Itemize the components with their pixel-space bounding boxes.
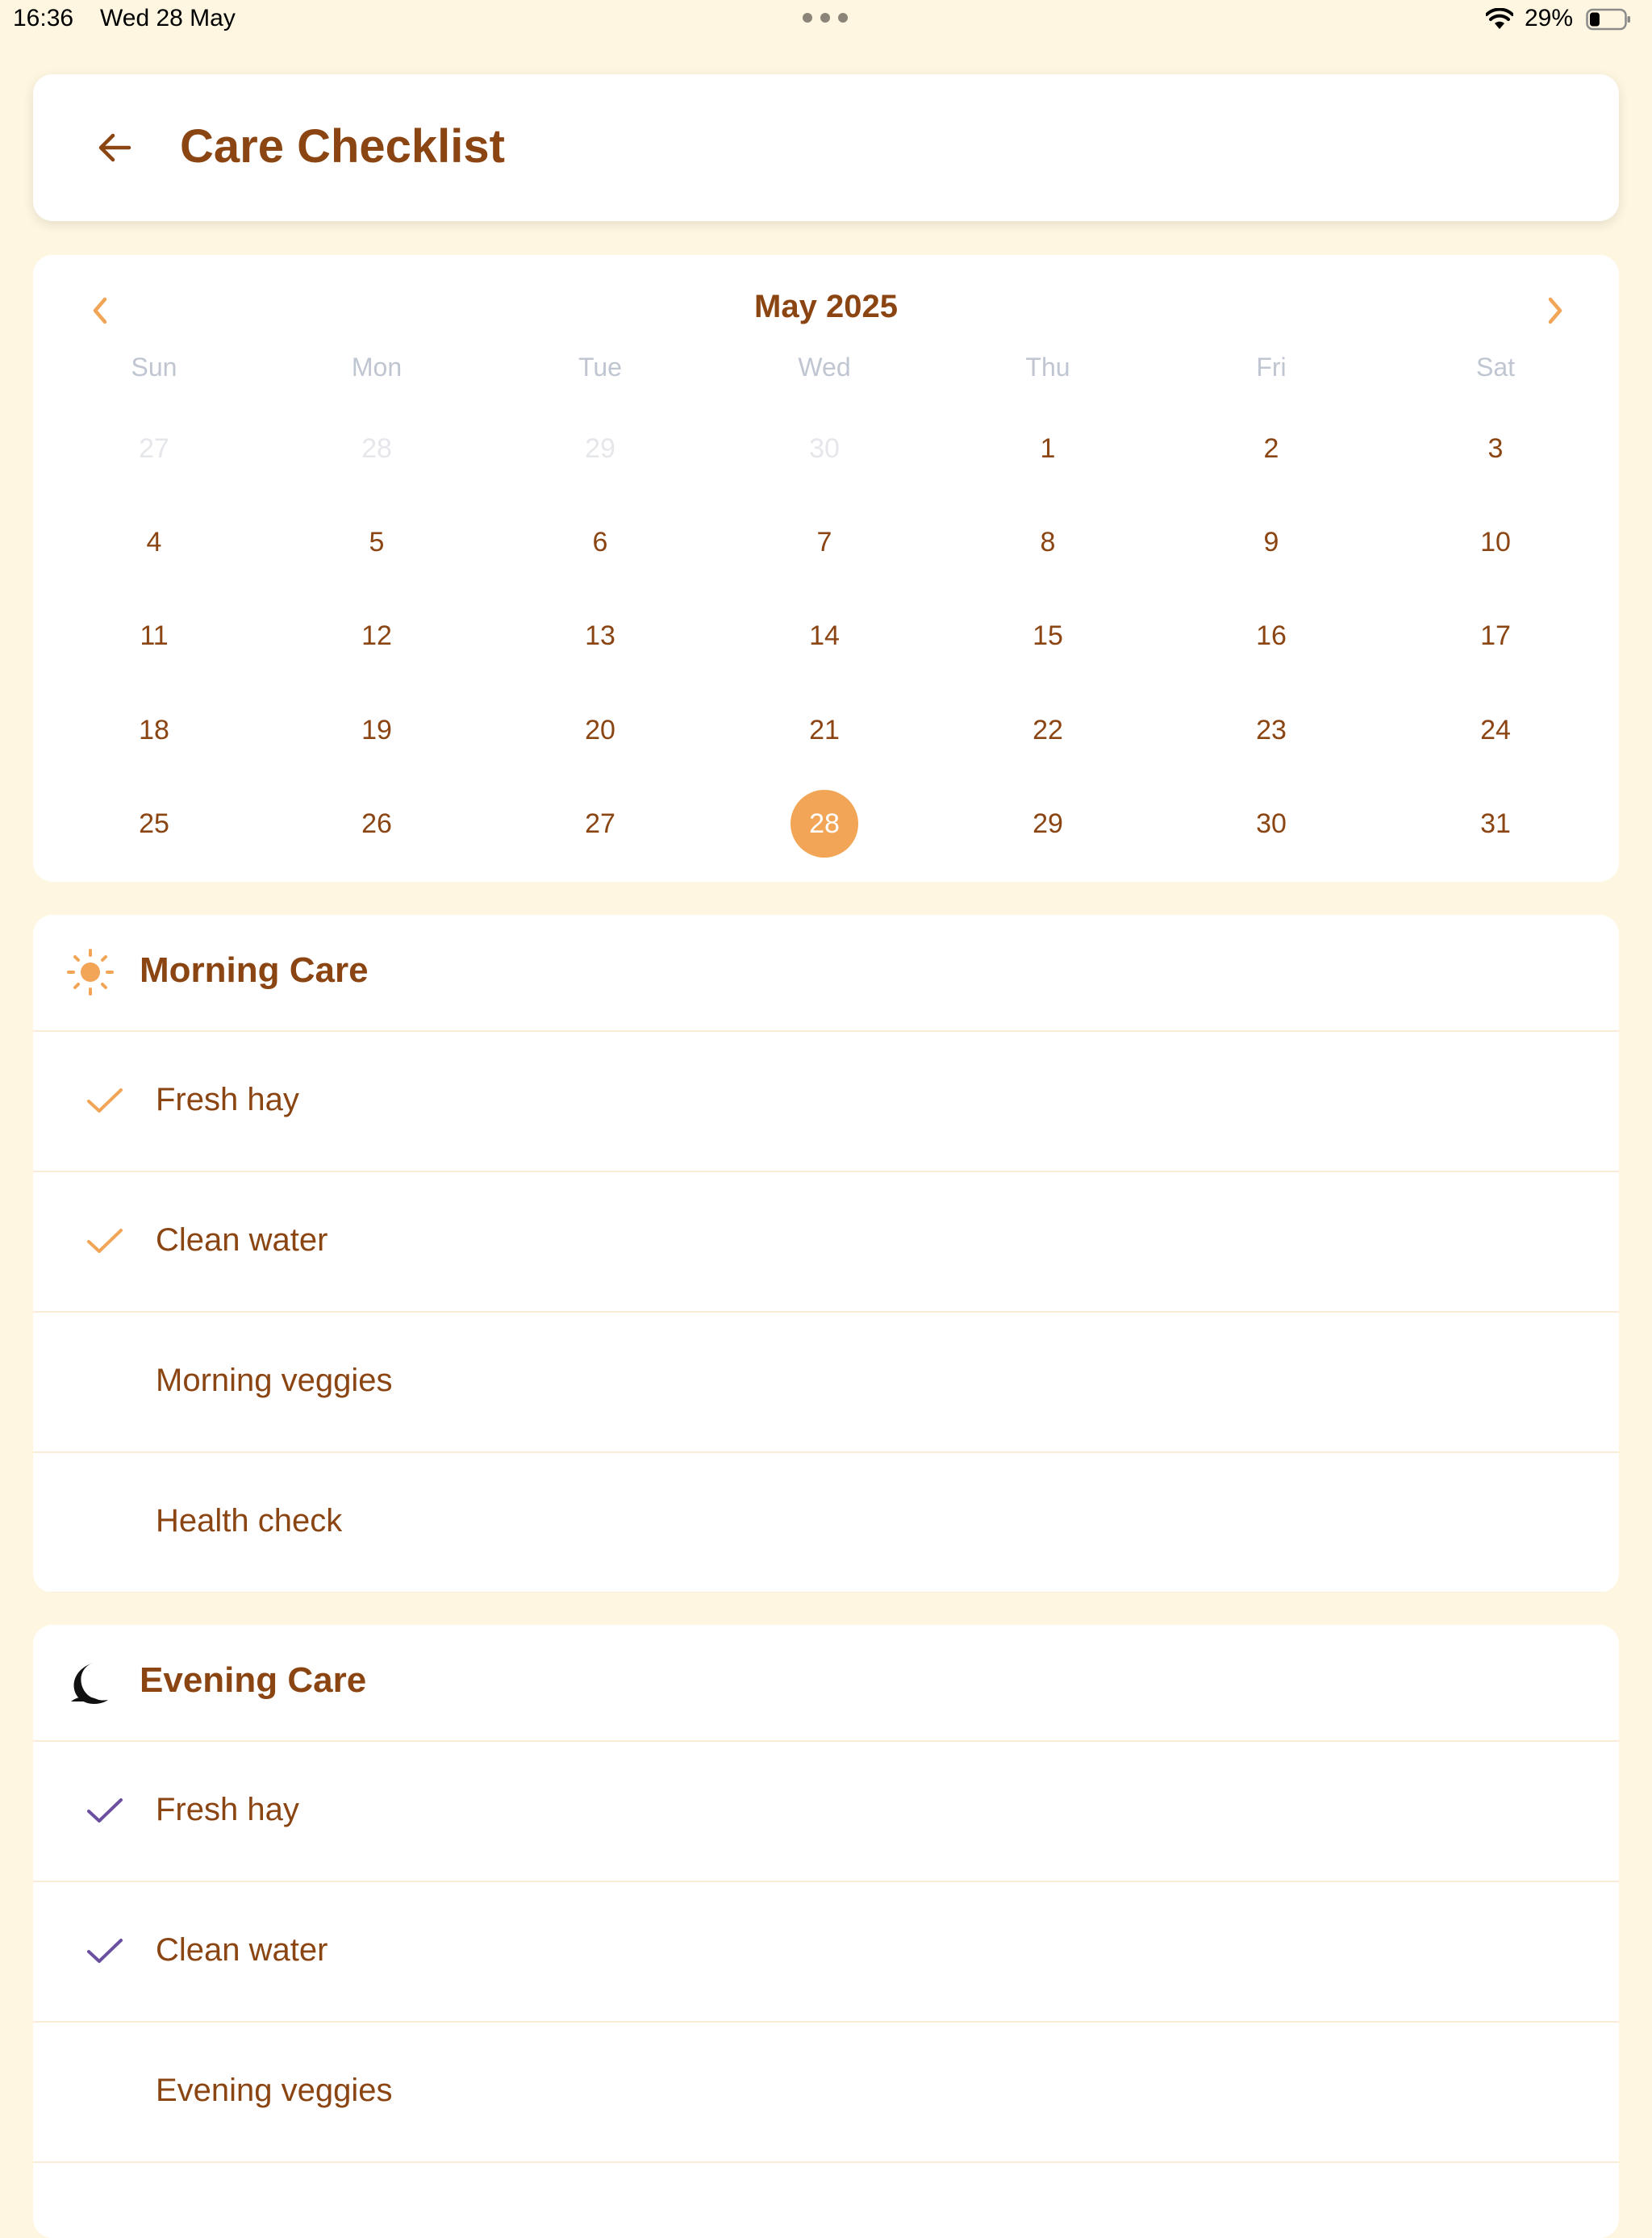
morning-care-header: Morning Care — [33, 915, 1619, 1032]
calendar-day[interactable]: 4 — [120, 508, 188, 576]
battery-percent: 29% — [1525, 5, 1574, 31]
calendar-day[interactable]: 10 — [1462, 508, 1529, 576]
checkmark-icon[interactable] — [78, 1784, 131, 1837]
calendar-day[interactable]: 18 — [120, 696, 188, 764]
calendar-day[interactable]: 26 — [343, 790, 411, 858]
calendar-day[interactable]: 31 — [1462, 790, 1529, 858]
morning-task-label: Clean water — [156, 1222, 328, 1258]
weekday-label: Sun — [131, 353, 177, 382]
calendar-day[interactable]: 2 — [1237, 415, 1305, 482]
task-checkbox[interactable] — [78, 2065, 131, 2118]
evening-task-row[interactable]: Clean water — [33, 1881, 1619, 2023]
calendar-day[interactable]: 11 — [120, 602, 188, 670]
morning-task-label: Health check — [156, 1503, 343, 1539]
calendar-day[interactable]: 29 — [566, 415, 634, 482]
calendar-day[interactable]: 28 — [343, 415, 411, 482]
calendar-day[interactable]: 3 — [1462, 415, 1529, 482]
back-button[interactable] — [81, 115, 148, 181]
evening-task-row[interactable]: Fresh hay — [33, 1740, 1619, 1882]
calendar-day[interactable]: 23 — [1237, 696, 1305, 764]
weekday-label: Thu — [1025, 353, 1070, 382]
back-arrow-icon — [98, 133, 131, 162]
weekday-label: Sat — [1475, 353, 1516, 382]
calendar-day-selected[interactable]: 28 — [791, 790, 858, 858]
calendar-day[interactable]: 15 — [1014, 602, 1082, 670]
evening-task-row[interactable]: Evening veggies — [33, 2021, 1619, 2163]
checkmark-icon[interactable] — [78, 1924, 131, 1977]
checkmark-icon[interactable] — [78, 1074, 131, 1127]
morning-task-row[interactable]: Health check — [33, 1451, 1619, 1593]
weekday-label: Tue — [578, 353, 622, 382]
morning-task-label: Fresh hay — [156, 1082, 299, 1117]
morning-care-section: Morning Care Fresh hay Clean water Morning… — [33, 915, 1619, 1593]
calendar-day[interactable]: 24 — [1462, 696, 1529, 764]
status-time: 16:36 — [13, 5, 74, 31]
morning-care-title: Morning Care — [140, 950, 369, 990]
battery-icon — [1586, 8, 1630, 31]
calendar-day[interactable]: 22 — [1014, 696, 1082, 764]
calendar-day[interactable]: 8 — [1014, 508, 1082, 576]
evening-task-label: Clean water — [156, 1932, 328, 1968]
calendar-day[interactable]: 12 — [343, 602, 411, 670]
wifi-icon — [1486, 8, 1513, 29]
morning-task-row[interactable]: Morning veggies — [33, 1311, 1619, 1453]
weekday-label: Fri — [1256, 353, 1287, 382]
calendar-card: May 2025 Sun Mon Tue Wed Thu Fri Sat 27 28 29 30 1 2… — [33, 255, 1619, 882]
calendar-day[interactable]: 13 — [566, 602, 634, 670]
calendar-day[interactable]: 30 — [1237, 790, 1305, 858]
status-bar: 16:36 Wed 28 May 29% — [0, 0, 1652, 40]
calendar-day[interactable]: 5 — [343, 508, 411, 576]
evening-task-label: Fresh hay — [156, 1792, 299, 1827]
weekday-label: Wed — [798, 353, 851, 382]
evening-care-header: Evening Care — [33, 1625, 1619, 1742]
moon-icon — [64, 1656, 117, 1709]
task-checkbox[interactable] — [78, 1355, 131, 1408]
evening-care-section: Evening Care Fresh hay Clean water Evening… — [33, 1625, 1619, 2238]
morning-task-label: Morning veggies — [156, 1363, 393, 1398]
calendar-day[interactable]: 27 — [566, 790, 634, 858]
morning-task-row[interactable]: Fresh hay — [33, 1030, 1619, 1172]
evening-task-label: Evening veggies — [156, 2073, 393, 2108]
calendar-day[interactable]: 9 — [1237, 508, 1305, 576]
calendar-day[interactable]: 25 — [120, 790, 188, 858]
calendar-day[interactable]: 27 — [120, 415, 188, 482]
status-date: Wed 28 May — [100, 5, 236, 31]
checkmark-icon[interactable] — [78, 1214, 131, 1267]
task-checkbox[interactable] — [78, 1495, 131, 1548]
calendar-day[interactable]: 14 — [791, 602, 858, 670]
calendar-day[interactable]: 6 — [566, 508, 634, 576]
calendar-day[interactable]: 29 — [1014, 790, 1082, 858]
calendar-day[interactable]: 7 — [791, 508, 858, 576]
sun-icon — [64, 946, 117, 999]
chevron-right-icon — [1548, 297, 1562, 324]
evening-care-title: Evening Care — [140, 1660, 367, 1700]
calendar-day[interactable]: 19 — [343, 696, 411, 764]
calendar-day[interactable]: 30 — [791, 415, 858, 482]
page-title: Care Checklist — [180, 120, 505, 173]
calendar-month-label: May 2025 — [754, 289, 898, 324]
calendar-day[interactable]: 21 — [791, 696, 858, 764]
calendar-day[interactable]: 20 — [566, 696, 634, 764]
multitasking-dots-icon[interactable] — [803, 10, 848, 26]
next-month-button[interactable] — [1530, 286, 1580, 336]
morning-task-row[interactable]: Clean water — [33, 1171, 1619, 1313]
weekday-label: Mon — [351, 353, 403, 382]
calendar-day[interactable]: 1 — [1014, 415, 1082, 482]
calendar-day[interactable]: 17 — [1462, 602, 1529, 670]
header-card: Care Checklist — [33, 74, 1619, 221]
calendar-day[interactable]: 16 — [1237, 602, 1305, 670]
